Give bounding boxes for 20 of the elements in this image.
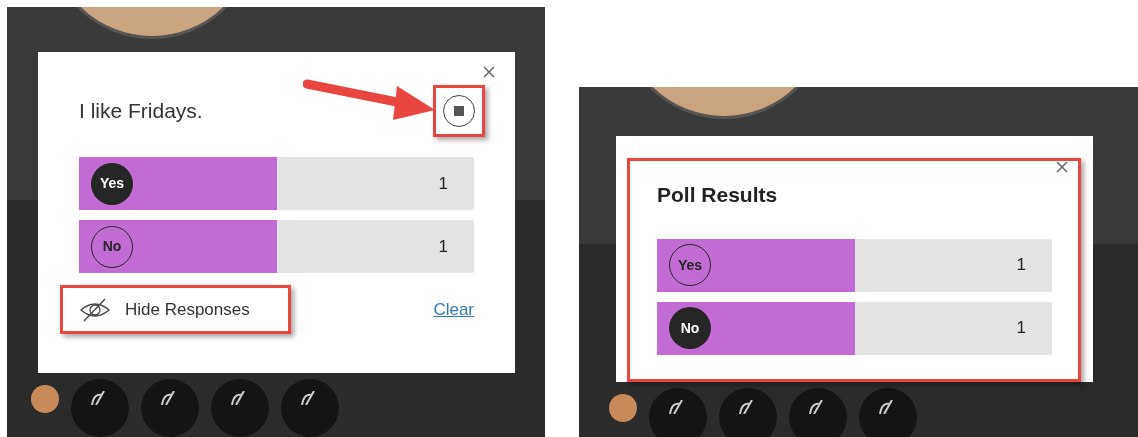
vote-count: 1 — [438, 172, 448, 195]
close-icon — [1056, 161, 1068, 173]
close-icon — [483, 66, 495, 78]
vote-count: 1 — [438, 235, 448, 258]
vote-count: 1 — [1016, 317, 1026, 340]
poll-title: Poll Results — [657, 182, 779, 208]
poll-question: I like Fridays. — [79, 98, 203, 125]
eye-slash-icon — [79, 297, 111, 322]
vote-count: 1 — [1016, 254, 1026, 277]
hide-responses-button[interactable]: Hide Responses — [79, 296, 250, 323]
toolbar-button[interactable] — [649, 388, 707, 437]
toolbar-button[interactable] — [789, 388, 847, 437]
avatar-photo — [31, 385, 59, 413]
toolbar-button[interactable] — [859, 388, 917, 437]
toolbar-button[interactable] — [719, 388, 777, 437]
clear-link[interactable]: Clear — [433, 296, 474, 323]
close-button[interactable] — [1056, 161, 1068, 173]
close-button[interactable] — [483, 66, 495, 78]
stop-icon — [454, 106, 464, 116]
avatar-photo — [609, 394, 637, 422]
